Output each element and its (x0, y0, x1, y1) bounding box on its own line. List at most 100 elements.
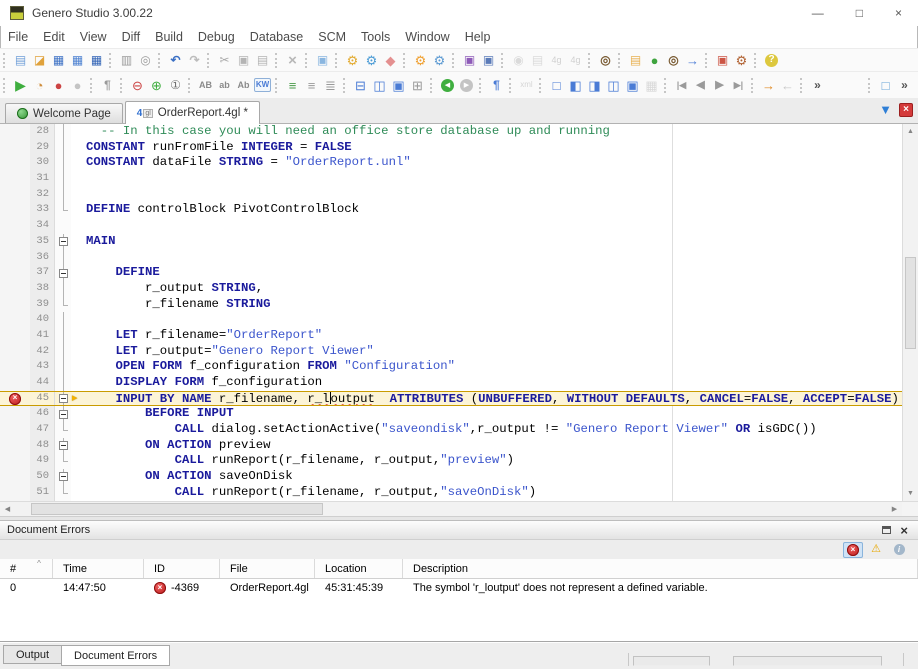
window-max-icon[interactable]: ▣ (624, 77, 641, 94)
fold-collapse-icon[interactable] (59, 410, 68, 419)
horizontal-scrollbar[interactable]: ◀ ▶ (0, 501, 902, 516)
cut-icon[interactable]: ✂ (216, 52, 233, 69)
code-line-32[interactable]: 32 (0, 187, 902, 203)
menu-build[interactable]: Build (155, 30, 183, 44)
menu-help[interactable]: Help (465, 30, 491, 44)
lowercase-icon[interactable]: ab (216, 77, 233, 94)
code-line-29[interactable]: 29CONSTANT runFromFile INTEGER = FALSE (0, 140, 902, 156)
code-line-43[interactable]: 43 OPEN FORM f_configuration FROM "Confi… (0, 359, 902, 375)
overflow-2-icon[interactable]: » (896, 77, 913, 94)
debug-icon[interactable]: ● (50, 77, 67, 94)
code-text[interactable] (84, 218, 902, 234)
panel-close-button[interactable]: × (900, 524, 908, 537)
nav-first-icon[interactable]: |◀ (673, 77, 690, 94)
next-change-icon[interactable]: → (760, 77, 777, 94)
nav-last-icon[interactable]: ▶| (730, 77, 747, 94)
delete-icon[interactable]: × (284, 52, 301, 69)
close-button[interactable]: × (895, 6, 902, 20)
scroll-left-button[interactable]: ◀ (0, 502, 15, 516)
code-text[interactable]: CALL runReport(r_filename, r_output,"sav… (84, 485, 902, 501)
print-icon[interactable]: ▥ (118, 52, 135, 69)
code-line-51[interactable]: 51 CALL runReport(r_filename, r_output,"… (0, 485, 902, 501)
data-import-icon[interactable]: → (684, 52, 701, 69)
code-line-49[interactable]: 49 CALL runReport(r_filename, r_output,"… (0, 453, 902, 469)
tab-close-button[interactable]: × (899, 103, 913, 117)
hscroll-track[interactable] (15, 502, 887, 516)
minimize-button[interactable]: — (812, 6, 824, 20)
code-text[interactable]: r_output STRING, (84, 281, 902, 297)
scroll-right-button[interactable]: ▶ (887, 502, 902, 516)
zoom-reset-icon[interactable]: ① (167, 77, 184, 94)
build-all-icon[interactable]: ⚙ (363, 52, 380, 69)
nav-prev-icon[interactable]: ◀ (692, 77, 709, 94)
nav-next-icon[interactable]: ▶ (711, 77, 728, 94)
clean-icon[interactable]: ◆ (382, 52, 399, 69)
tab-orderreport[interactable]: 4glOrderReport.4gl * (125, 101, 260, 124)
generate-4gl-icon[interactable]: 4g (548, 52, 565, 69)
code-line-39[interactable]: 39 r_filename STRING (0, 297, 902, 313)
schema-search-icon[interactable]: ◎ (665, 52, 682, 69)
code-text[interactable]: CONSTANT runFromFile INTEGER = FALSE (84, 140, 902, 156)
scroll-up-button[interactable]: ▲ (903, 124, 918, 139)
save-all-icon[interactable]: ▦ (88, 52, 105, 69)
code-line-38[interactable]: 38 r_output STRING, (0, 281, 902, 297)
code-line-37[interactable]: 37 DEFINE (0, 265, 902, 281)
form-preview-icon[interactable]: ▣ (314, 52, 331, 69)
column-header-file[interactable]: File (220, 559, 315, 578)
code-text[interactable]: CONSTANT dataFile STRING = "OrderReport.… (84, 155, 902, 171)
code-line-31[interactable]: 31 (0, 171, 902, 187)
keyword-case-icon[interactable]: KW (254, 78, 271, 92)
code-text[interactable] (84, 171, 902, 187)
run-icon[interactable]: ▶ (12, 77, 29, 94)
undo-icon[interactable]: ↶ (167, 52, 184, 69)
paste-icon[interactable]: ▤ (254, 52, 271, 69)
maximize-button[interactable]: □ (856, 6, 863, 20)
window-right-icon[interactable]: ◨ (586, 77, 603, 94)
menu-edit[interactable]: Edit (43, 30, 65, 44)
side-panel-icon[interactable]: □ (877, 77, 894, 94)
code-text[interactable]: CALL runReport(r_filename, r_output,"pre… (84, 453, 902, 469)
vertical-scrollbar[interactable]: ▲ ▼ (902, 124, 918, 501)
layout-tabbed-icon[interactable]: ▣ (390, 77, 407, 94)
code-line-50[interactable]: 50 ON ACTION saveOnDisk (0, 469, 902, 485)
hscroll-thumb[interactable] (31, 503, 323, 515)
window-split-icon[interactable]: ◫ (605, 77, 622, 94)
indent-icon[interactable]: ≡ (284, 77, 301, 94)
uppercase-icon[interactable]: AB (197, 77, 214, 94)
menu-database[interactable]: Database (250, 30, 304, 44)
menu-window[interactable]: Window (405, 30, 449, 44)
import-project-icon[interactable]: ▣ (480, 52, 497, 69)
nav-back-icon[interactable]: ◀ (441, 79, 454, 92)
code-text[interactable] (84, 312, 902, 328)
column-header-num[interactable]: #^ (0, 559, 53, 578)
fold-collapse-icon[interactable] (59, 394, 68, 403)
code-line-35[interactable]: 35MAIN (0, 234, 902, 250)
tools-options-icon[interactable]: ⚙ (733, 52, 750, 69)
code-line-36[interactable]: 36 (0, 250, 902, 266)
show-whitespace-icon[interactable]: ¶ (99, 77, 116, 94)
code-line-46[interactable]: 46 BEFORE INPUT (0, 406, 902, 422)
code-text[interactable]: ON ACTION preview (84, 438, 902, 454)
bottom-tab-output[interactable]: Output (3, 645, 62, 664)
zoom-in-icon[interactable]: ⊕ (148, 77, 165, 94)
capitalize-icon[interactable]: Ab (235, 77, 252, 94)
fold-collapse-icon[interactable] (59, 472, 68, 481)
vscroll-track[interactable] (903, 139, 918, 486)
code-line-47[interactable]: 47 CALL dialog.setActionActive("saveondi… (0, 422, 902, 438)
compile-icon[interactable]: ◉ (510, 52, 527, 69)
code-text[interactable]: CALL dialog.setActionActive("saveondisk"… (84, 422, 902, 438)
meta-schema-icon[interactable]: ▤ (627, 52, 644, 69)
layout-split-icon[interactable]: ◫ (371, 77, 388, 94)
error-row[interactable]: 014:47:50×-4369OrderReport.4gl45:31:45:3… (0, 579, 918, 597)
code-text[interactable]: r_filename STRING (84, 297, 902, 313)
fold-collapse-icon[interactable] (59, 441, 68, 450)
fold-margin[interactable] (55, 234, 71, 250)
copy-icon[interactable]: ▣ (235, 52, 252, 69)
column-header-id[interactable]: ID (144, 559, 220, 578)
fold-margin[interactable] (55, 438, 71, 454)
code-line-33[interactable]: 33DEFINE controlBlock PivotControlBlock (0, 202, 902, 218)
format-code-icon[interactable]: ≣ (322, 77, 339, 94)
code-line-48[interactable]: 48 ON ACTION preview (0, 438, 902, 454)
menu-tools[interactable]: Tools (361, 30, 390, 44)
xml-tools-icon[interactable]: xml (518, 77, 535, 94)
